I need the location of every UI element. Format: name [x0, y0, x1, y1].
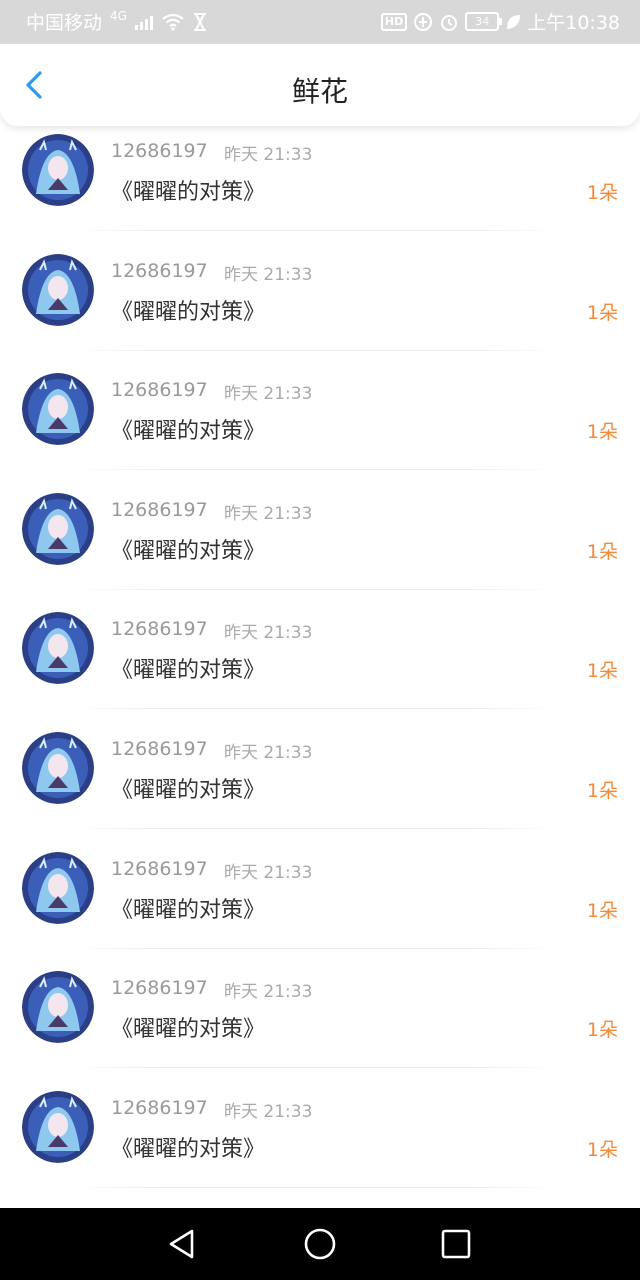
avatar-image [22, 373, 94, 446]
divider [70, 469, 560, 471]
username: 12686197 [111, 857, 208, 880]
timestamp: 昨天 21:33 [224, 1101, 313, 1122]
status-left: 中国移动 4G [26, 8, 207, 35]
avatar-image [22, 851, 94, 924]
flower-count: 1朵 [586, 421, 618, 444]
timestamp: 昨天 21:33 [224, 145, 313, 165]
book-title: 《曜曜的对策》 [111, 1017, 266, 1043]
screen: 中国移动 4G HD 34 上午10:38 鲜花 12686197 昨天 21:… [0, 0, 640, 1280]
username: 12686197 [111, 498, 208, 521]
book-title: 《曜曜的对策》 [111, 897, 266, 923]
avatar-image [22, 1090, 94, 1163]
flower-count: 1朵 [586, 540, 618, 563]
system-nav-bar [0, 1208, 640, 1280]
header: 鲜花 [0, 44, 640, 126]
wifi-icon [162, 13, 184, 31]
leaf-icon [507, 14, 521, 29]
book-title: 《曜曜的对策》 [111, 777, 266, 803]
username: 12686197 [111, 379, 208, 402]
divider [70, 947, 560, 949]
avatar[interactable] [22, 851, 94, 924]
book-title: 《曜曜的对策》 [111, 299, 266, 325]
divider [70, 827, 560, 829]
network-type: 4G [110, 8, 127, 23]
flower-count: 1朵 [586, 899, 618, 922]
book-title: 《曜曜的对策》 [111, 1136, 266, 1162]
flower-count: 1朵 [586, 1138, 618, 1161]
data-saver-icon [414, 12, 433, 31]
status-bar: 中国移动 4G HD 34 上午10:38 [0, 0, 640, 44]
avatar-image [22, 134, 94, 206]
book-title: 《曜曜的对策》 [111, 538, 266, 564]
nav-recents-button[interactable] [438, 1226, 474, 1262]
timestamp: 昨天 21:33 [224, 384, 313, 405]
username: 12686197 [111, 618, 208, 641]
hd-icon: HD [380, 12, 408, 31]
timestamp: 昨天 21:33 [224, 862, 313, 883]
avatar[interactable] [22, 373, 94, 446]
list-item[interactable]: 12686197 昨天 21:33 《曜曜的对策》 1朵 [0, 844, 640, 964]
book-title: 《曜曜的对策》 [111, 180, 266, 205]
username: 12686197 [111, 977, 208, 1000]
username: 12686197 [111, 737, 208, 760]
divider [70, 708, 560, 710]
avatar[interactable] [22, 612, 94, 685]
list-item[interactable]: 12686197 昨天 21:33 《曜曜的对策》 1朵 [0, 365, 640, 485]
avatar-image [22, 971, 94, 1044]
timestamp: 昨天 21:33 [224, 264, 313, 285]
battery-level: 34 [475, 15, 490, 28]
flower-count: 1朵 [586, 779, 618, 802]
list-item[interactable]: 12686197 昨天 21:33 《曜曜的对策》 1朵 [0, 604, 640, 724]
alarm-icon [441, 14, 458, 31]
page-title: 鲜花 [291, 75, 348, 108]
circle-home-icon [304, 1228, 336, 1260]
nav-back-button[interactable] [164, 1226, 200, 1262]
status-right: HD 34 上午10:38 [380, 8, 620, 35]
battery-icon: 34 [465, 12, 503, 31]
avatar-image [22, 731, 94, 804]
divider [70, 230, 560, 231]
square-recents-icon [441, 1229, 471, 1259]
list-item[interactable]: 12686197 昨天 21:33 《曜曜的对策》 1朵 [0, 126, 640, 246]
avatar-image [22, 492, 94, 565]
flower-count: 1朵 [586, 1019, 618, 1042]
username: 12686197 [111, 1096, 208, 1119]
avatar[interactable] [22, 731, 94, 804]
signal-icon [134, 14, 153, 30]
timestamp: 昨天 21:33 [224, 503, 313, 524]
flower-count: 1朵 [586, 301, 618, 324]
timestamp: 昨天 21:33 [224, 742, 313, 763]
book-title: 《曜曜的对策》 [111, 658, 266, 684]
avatar[interactable] [22, 253, 94, 326]
timestamp: 昨天 21:33 [224, 982, 313, 1003]
flower-count: 1朵 [586, 182, 618, 204]
divider [70, 1067, 560, 1069]
book-title: 《曜曜的对策》 [111, 419, 266, 445]
avatar-image [22, 612, 94, 685]
avatar[interactable] [22, 971, 94, 1044]
username: 12686197 [111, 259, 208, 282]
list-item[interactable]: 12686197 昨天 21:33 《曜曜的对策》 1朵 [0, 485, 640, 605]
divider [70, 588, 560, 590]
divider [70, 1186, 560, 1188]
hourglass-icon [193, 12, 206, 31]
avatar-image [22, 253, 94, 326]
avatar[interactable] [22, 492, 94, 565]
list-item[interactable]: 12686197 昨天 21:33 《曜曜的对策》 1朵 [0, 246, 640, 366]
flower-count: 1朵 [586, 660, 618, 683]
nav-home-button[interactable] [302, 1226, 338, 1262]
list-item[interactable]: 12686197 昨天 21:33 《曜曜的对策》 1朵 [0, 1083, 640, 1203]
username: 12686197 [111, 140, 208, 162]
clock: 上午10:38 [527, 12, 620, 34]
divider [70, 349, 560, 351]
triangle-back-icon [169, 1229, 194, 1259]
flower-list: 12686197 昨天 21:33 《曜曜的对策》 1朵 12686197 昨天… [0, 126, 640, 1208]
timestamp: 昨天 21:33 [224, 623, 313, 644]
list-item[interactable]: 12686197 昨天 21:33 《曜曜的对策》 1朵 [0, 724, 640, 844]
avatar[interactable] [22, 1090, 94, 1163]
avatar[interactable] [22, 134, 94, 206]
list-item[interactable]: 12686197 昨天 21:33 《曜曜的对策》 1朵 [0, 963, 640, 1083]
carrier-name: 中国移动 [26, 12, 103, 34]
